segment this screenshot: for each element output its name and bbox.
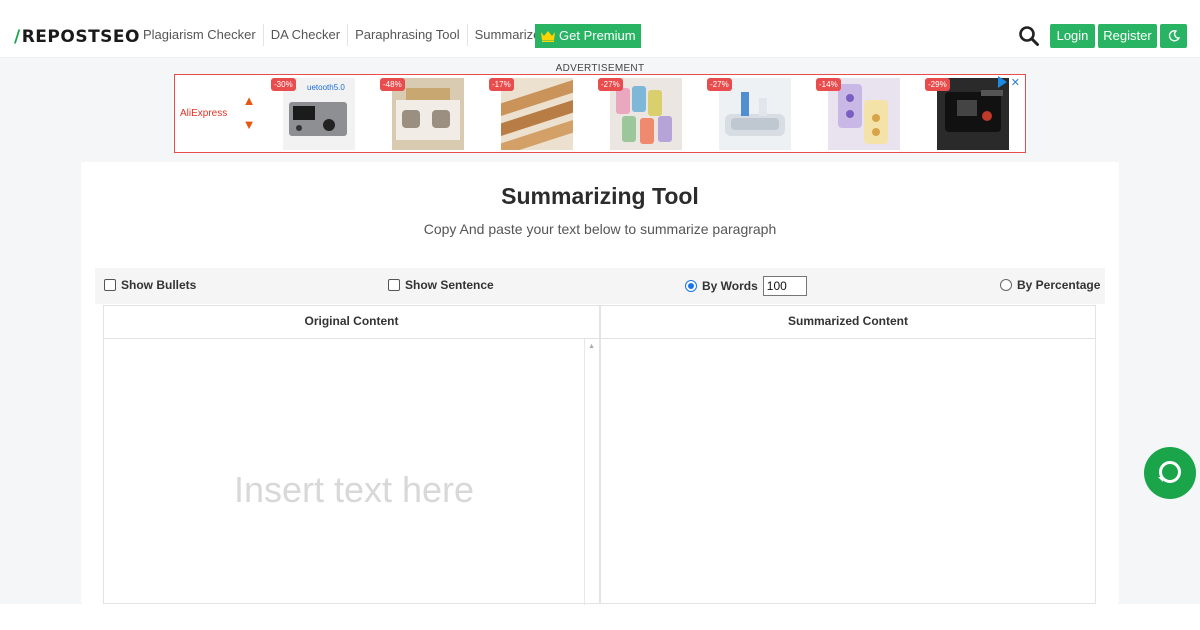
original-scrollbar[interactable] — [584, 339, 585, 605]
ad-close-icon[interactable]: ✕ — [1011, 76, 1020, 89]
ad-product-1[interactable]: -30% uetooth5.0 — [271, 78, 355, 150]
ad-band: ADVERTISEMENT AliExpress ▲ ▼ -30% uetoot… — [0, 58, 1200, 158]
ad-down-arrow-icon[interactable]: ▼ — [242, 113, 256, 137]
register-button[interactable]: Register — [1098, 24, 1157, 48]
original-content-panel: Original Content Insert text here ▲ — [103, 305, 600, 605]
logo-mark: / — [14, 27, 21, 47]
crown-icon — [541, 31, 555, 42]
ad-product-6[interactable]: -14% — [816, 78, 900, 150]
premium-label: Get Premium — [559, 28, 636, 43]
chat-widget-button[interactable] — [1144, 447, 1196, 499]
discount-badge: -14% — [816, 78, 841, 91]
site-header: /REPOSTSEO Plagiarism Checker DA Checker… — [0, 0, 1200, 58]
ad-banner[interactable]: AliExpress ▲ ▼ -30% uetooth5.0 -48% -17%… — [174, 74, 1026, 157]
svg-text:uetooth5.0: uetooth5.0 — [307, 83, 345, 92]
logo[interactable]: /REPOSTSEO — [14, 27, 140, 47]
chat-bubble-tail — [1158, 477, 1163, 482]
discount-badge: -48% — [380, 78, 405, 91]
by-words-option[interactable]: By Words — [685, 276, 807, 296]
ad-product-7[interactable]: -29% — [925, 78, 1009, 150]
words-count-input[interactable] — [762, 276, 807, 296]
ad-info-icon[interactable] — [998, 76, 1007, 88]
ad-product-2[interactable]: -48% — [380, 78, 464, 150]
ad-product-4[interactable]: -27% — [598, 78, 682, 150]
moon-icon — [1168, 30, 1180, 42]
dark-mode-toggle[interactable] — [1160, 24, 1187, 48]
show-sentence-option[interactable]: Show Sentence — [388, 278, 494, 292]
page-subtitle: Copy And paste your text below to summar… — [423, 221, 777, 237]
login-button[interactable]: Login — [1050, 24, 1095, 48]
discount-badge: -29% — [925, 78, 950, 91]
nav-da-checker[interactable]: DA Checker — [262, 24, 347, 46]
logo-text: REPOSTSEO — [21, 27, 140, 47]
ad-product-5[interactable]: -27% — [707, 78, 791, 150]
discount-badge: -30% — [271, 78, 296, 91]
search-icon[interactable] — [1018, 25, 1040, 47]
nav-paraphrasing-tool[interactable]: Paraphrasing Tool — [347, 24, 467, 46]
ad-label: ADVERTISEMENT — [555, 63, 645, 74]
show-bullets-checkbox[interactable] — [104, 279, 116, 291]
summarized-content-header: Summarized Content — [601, 306, 1095, 339]
summarized-content-panel: Summarized Content — [600, 305, 1096, 604]
scroll-up-icon[interactable]: ▲ — [588, 343, 595, 350]
original-content-header: Original Content — [104, 306, 599, 339]
by-percentage-option[interactable]: By Percentage — [1000, 278, 1100, 292]
by-percentage-label: By Percentage — [1017, 278, 1101, 292]
nav-plagiarism-checker[interactable]: Plagiarism Checker — [136, 24, 263, 46]
original-text-input[interactable]: Insert text here — [104, 469, 604, 511]
by-percentage-radio[interactable] — [1000, 279, 1012, 291]
ad-up-arrow-icon[interactable]: ▲ — [242, 89, 256, 113]
discount-badge: -27% — [598, 78, 623, 91]
show-bullets-option[interactable]: Show Bullets — [104, 278, 196, 292]
ad-brand: AliExpress — [180, 108, 228, 119]
page-title: Summarizing Tool — [501, 183, 699, 209]
show-sentence-checkbox[interactable] — [388, 279, 400, 291]
main-nav: Plagiarism Checker DA Checker Paraphrasi… — [136, 24, 552, 46]
by-words-label: By Words — [702, 279, 758, 293]
discount-badge: -27% — [707, 78, 732, 91]
show-sentence-label: Show Sentence — [405, 278, 494, 292]
options-bar: Show Bullets Show Sentence By Words By P… — [95, 268, 1105, 304]
by-words-radio[interactable] — [685, 280, 697, 292]
show-bullets-label: Show Bullets — [121, 278, 197, 292]
ad-product-3[interactable]: -17% — [489, 78, 577, 157]
get-premium-button[interactable]: Get Premium — [535, 24, 641, 48]
discount-badge: -17% — [489, 78, 514, 91]
ad-arrows[interactable]: ▲ ▼ — [242, 89, 256, 137]
